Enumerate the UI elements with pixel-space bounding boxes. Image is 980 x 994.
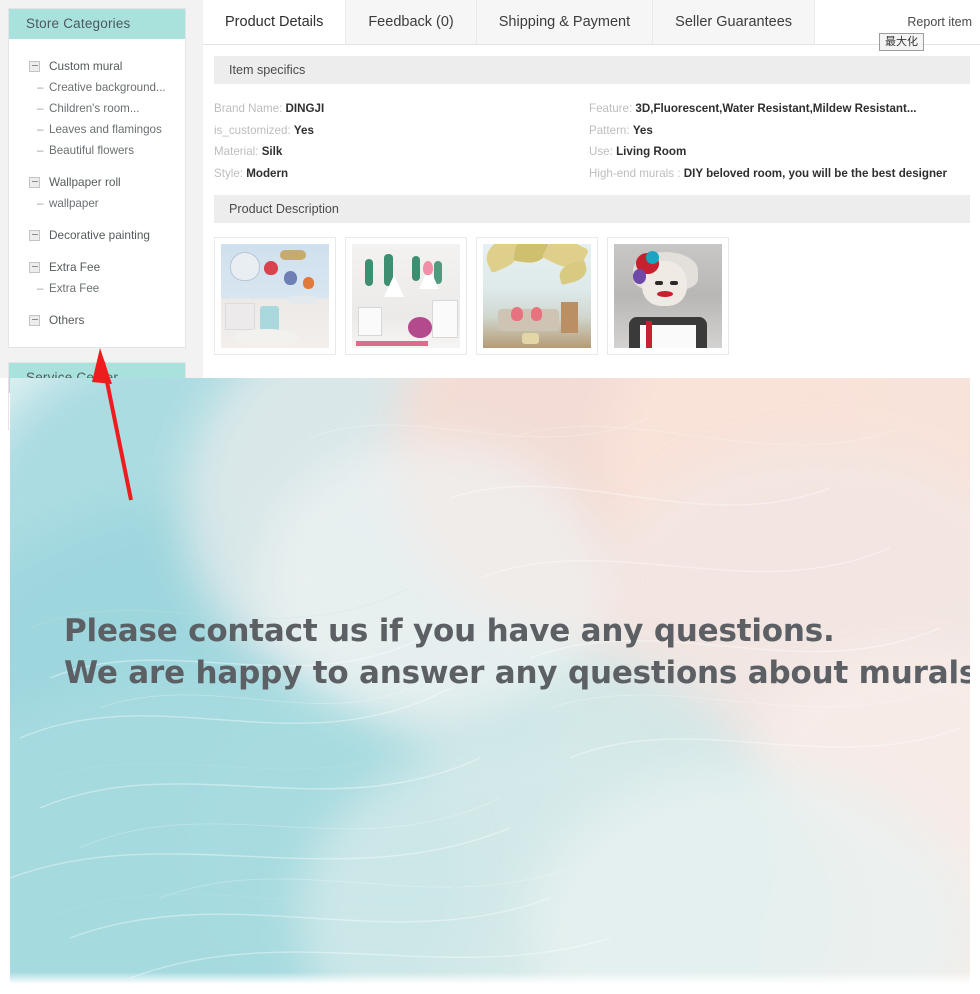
spec-key: Feature: — [589, 102, 633, 115]
sidebar-item-beautiful-flowers[interactable]: Beautiful flowers — [9, 140, 185, 161]
collapse-minus-icon[interactable] — [29, 261, 40, 273]
sidebar-item-others[interactable]: Others — [9, 309, 185, 331]
mural-image-palm-flamingo — [483, 244, 591, 348]
spec-key: Style: — [214, 166, 243, 180]
spec-key: Brand Name: — [214, 102, 283, 115]
store-categories-list: Custom mural Creative background... Chil… — [9, 39, 185, 347]
sidebar-item-label: Custom mural — [49, 59, 123, 73]
collapse-minus-icon[interactable] — [29, 176, 40, 188]
spec-value: DINGJI — [285, 102, 325, 115]
spec-key: High-end murals : — [589, 166, 681, 180]
spec-is-customized: is_customized: Yes — [214, 120, 589, 142]
spec-high-end-murals: High-end murals : DIY beloved room, you … — [589, 163, 970, 185]
product-thumbnail-strip — [214, 237, 970, 355]
spec-use: Use: Living Room — [589, 141, 970, 163]
tab-bar: Product Details Feedback (0) Shipping & … — [203, 0, 980, 51]
spec-value: Modern — [246, 166, 289, 180]
spec-key: Use: — [589, 145, 613, 158]
spec-value: Yes — [632, 123, 653, 137]
banner-line-1: Please contact us if you have any questi… — [64, 613, 835, 649]
product-thumbnail[interactable] — [214, 237, 336, 355]
collapse-minus-icon[interactable] — [29, 314, 40, 326]
mural-image-marilyn-portrait — [614, 244, 722, 348]
item-specifics-grid: Brand Name: DINGJI Feature: 3D,Fluoresce… — [214, 98, 970, 184]
banner-line-2: We are happy to answer any questions abo… — [64, 655, 970, 691]
sidebar-item-extra-fee-child[interactable]: Extra Fee — [9, 278, 185, 299]
product-thumbnail[interactable] — [476, 237, 598, 355]
spec-value: 3D,Fluorescent,Water Resistant,Mildew Re… — [635, 102, 917, 115]
spec-key: is_customized: — [214, 123, 291, 137]
spec-key: Material: — [214, 145, 259, 158]
sidebar-item-label: Others — [49, 313, 85, 327]
sidebar: Store Categories Custom mural Creative b… — [8, 8, 186, 430]
spec-value: DIY beloved room, you will be the best d… — [683, 166, 948, 180]
page-top-region: Store Categories Custom mural Creative b… — [0, 0, 980, 430]
sidebar-item-creative-background[interactable]: Creative background... — [9, 77, 185, 98]
item-specifics-header: Item specifics — [214, 56, 970, 84]
sidebar-item-wallpaper[interactable]: wallpaper — [9, 193, 185, 214]
main-content: Product Details Feedback (0) Shipping & … — [203, 0, 980, 378]
tab-feedback[interactable]: Feedback (0) — [346, 0, 477, 44]
mural-image-kids-balloons — [221, 244, 329, 348]
sidebar-item-leaves-and-flamingos[interactable]: Leaves and flamingos — [9, 119, 185, 140]
banner-message: Please contact us if you have any questi… — [64, 610, 970, 694]
tab-product-details[interactable]: Product Details — [203, 0, 347, 44]
mural-image-nordic-cactus — [352, 244, 460, 348]
maximize-tooltip: 最大化 — [879, 33, 924, 51]
sidebar-item-decorative-painting[interactable]: Decorative painting — [9, 224, 185, 246]
sidebar-item-wallpaper-roll[interactable]: Wallpaper roll — [9, 171, 185, 193]
spec-pattern: Pattern: Yes — [589, 120, 970, 142]
sidebar-item-label: Wallpaper roll — [49, 175, 121, 189]
tab-shipping-payment[interactable]: Shipping & Payment — [476, 0, 654, 44]
sidebar-item-label: Decorative painting — [49, 228, 150, 242]
spec-feature: Feature: 3D,Fluorescent,Water Resistant,… — [589, 98, 970, 120]
spec-style: Style: Modern — [214, 163, 589, 185]
collapse-minus-icon[interactable] — [29, 229, 40, 241]
spec-key: Pattern: — [589, 123, 630, 137]
spec-brand-name: Brand Name: DINGJI — [214, 98, 589, 120]
spec-value: Yes — [293, 123, 314, 137]
spec-value: Silk — [261, 145, 283, 158]
sidebar-item-label: Extra Fee — [49, 260, 101, 274]
tab-seller-guarantees[interactable]: Seller Guarantees — [653, 0, 816, 44]
sidebar-item-extra-fee[interactable]: Extra Fee — [9, 256, 185, 278]
store-categories-panel: Store Categories Custom mural Creative b… — [8, 8, 186, 348]
spec-value: Living Room — [616, 145, 687, 158]
contact-banner: Please contact us if you have any questi… — [10, 378, 970, 986]
spec-material: Material: Silk — [214, 141, 589, 163]
product-thumbnail[interactable] — [345, 237, 467, 355]
product-thumbnail[interactable] — [607, 237, 729, 355]
collapse-minus-icon[interactable] — [29, 60, 40, 72]
store-categories-title: Store Categories — [9, 9, 185, 39]
sidebar-item-custom-mural[interactable]: Custom mural — [9, 55, 185, 77]
sidebar-item-childrens-room[interactable]: Children's room... — [9, 98, 185, 119]
banner-bottom-fade — [10, 972, 970, 986]
product-description-header: Product Description — [214, 195, 970, 223]
